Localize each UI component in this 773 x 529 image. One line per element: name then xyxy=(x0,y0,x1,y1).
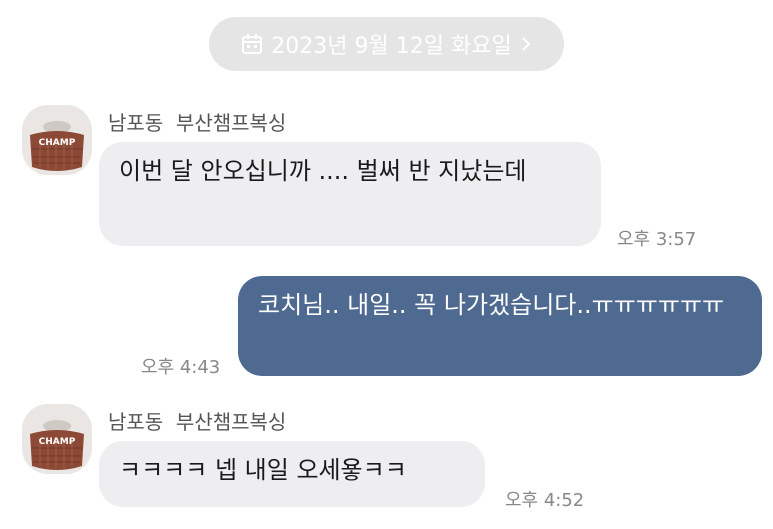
date-label: 2023년 9월 12일 화요일 xyxy=(271,34,512,59)
avatar-logo-text: CHAMP xyxy=(39,437,76,447)
message-text: 이번 달 안오십니까 .... 벌써 반 지났는데 xyxy=(119,157,527,185)
avatar[interactable]: CHAMP xyxy=(22,404,92,474)
sender-name: 남포동 부산챔프복싱 xyxy=(108,111,287,135)
message-text: ㅋㅋㅋㅋ 넵 내일 오세욯ㅋㅋ xyxy=(119,456,407,484)
message-time: 오후 3:57 xyxy=(617,229,697,250)
message-time: 오후 4:43 xyxy=(141,357,221,378)
avatar[interactable]: CHAMP xyxy=(22,105,92,175)
message-text: 코치님.. 내일.. 꼭 나가겠습니다..ㅠㅠㅠㅠㅠㅠ xyxy=(258,291,725,319)
message-bubble[interactable]: 이번 달 안오십니까 .... 벌써 반 지났는데 xyxy=(99,142,601,246)
avatar-logo-text: CHAMP xyxy=(39,138,76,148)
sender-name: 남포동 부산챔프복싱 xyxy=(108,410,287,434)
date-divider[interactable]: 2023년 9월 12일 화요일 xyxy=(209,17,564,71)
calendar-icon xyxy=(241,33,263,55)
message-bubble[interactable]: ㅋㅋㅋㅋ 넵 내일 오세욯ㅋㅋ xyxy=(99,441,485,507)
message-bubble[interactable]: 코치님.. 내일.. 꼭 나가겠습니다..ㅠㅠㅠㅠㅠㅠ xyxy=(238,276,762,376)
chevron-right-icon xyxy=(520,35,532,53)
message-time: 오후 4:52 xyxy=(505,490,585,511)
